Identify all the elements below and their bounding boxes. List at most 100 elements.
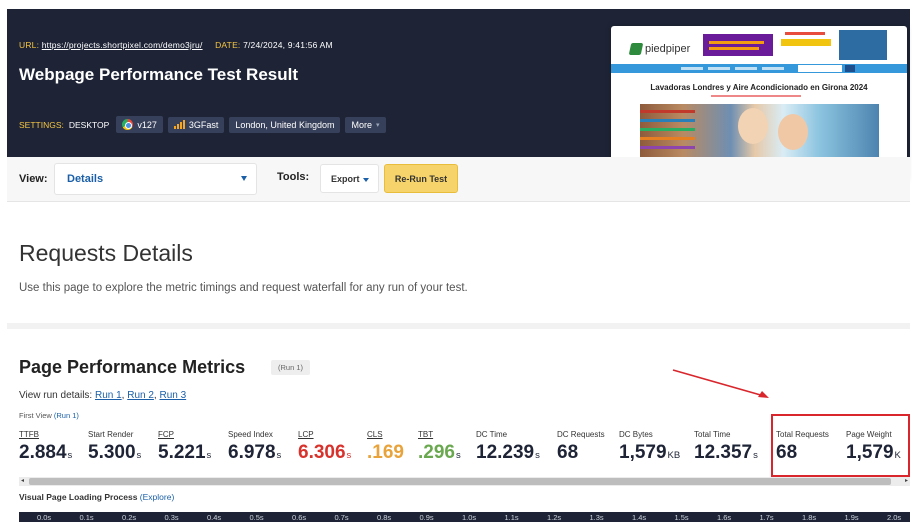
timeline-tick: 2.0s bbox=[887, 513, 902, 522]
page-title: Webpage Performance Test Result bbox=[19, 65, 299, 84]
metric-label: DC Time bbox=[476, 430, 508, 439]
timeline-tick: 0.7s bbox=[334, 513, 349, 522]
requests-details-description: Use this page to explore the metric timi… bbox=[19, 282, 468, 294]
date-label: DATE: bbox=[215, 40, 241, 50]
view-select[interactable]: Details bbox=[54, 163, 257, 195]
thumbnail-subheading bbox=[711, 95, 801, 97]
timeline-tick: 1.4s bbox=[632, 513, 647, 522]
timeline-tick: 1.0s bbox=[462, 513, 477, 522]
visual-loading-timeline: 0.0s 0.1s 0.2s 0.3s 0.4s 0.5s 0.6s 0.7s 0.8s 0.9s… bbox=[19, 512, 910, 522]
timeline-tick: 1.2s bbox=[547, 513, 562, 522]
timeline-tick: 0.8s bbox=[377, 513, 392, 522]
url-label: URL: bbox=[19, 40, 40, 50]
thumbnail-search-box bbox=[798, 65, 842, 72]
first-view-run-link[interactable]: (Run 1) bbox=[54, 411, 79, 420]
more-label: More bbox=[351, 119, 372, 130]
piedpiper-logo-icon bbox=[628, 43, 644, 55]
first-view-label: First View (Run 1) bbox=[19, 411, 79, 420]
metric-lcp: LCP 6.306s bbox=[298, 430, 351, 464]
run-badge: (Run 1) bbox=[271, 360, 311, 375]
metric-value: 68 bbox=[557, 442, 579, 463]
metric-label: Speed Index bbox=[228, 430, 273, 439]
chevron-down-icon: ▾ bbox=[375, 121, 380, 129]
thumbnail-site-header: piedpiper bbox=[611, 26, 907, 64]
settings-label: SETTINGS: bbox=[19, 119, 64, 130]
timeline-tick: 0.3s bbox=[164, 513, 179, 522]
timeline-tick: 0.6s bbox=[292, 513, 307, 522]
timeline-tick: 0.9s bbox=[419, 513, 434, 522]
first-view-text: First View bbox=[19, 411, 52, 420]
metric-value: 6.306s bbox=[298, 442, 352, 463]
highlight-box bbox=[771, 414, 910, 477]
timeline-tick: 1.6s bbox=[717, 513, 732, 522]
test-settings: SETTINGS: DESKTOP v127 3GFast London, Un… bbox=[19, 116, 386, 133]
connection-value: 3GFast bbox=[188, 119, 219, 130]
run-2-link[interactable]: Run 2 bbox=[127, 390, 154, 401]
scroll-left-icon[interactable]: ◂ bbox=[21, 478, 24, 484]
metric-value: .296s bbox=[418, 442, 461, 463]
metric-total-time: Total Time 12.357s bbox=[694, 430, 758, 464]
timeline-tick: 1.7s bbox=[759, 513, 774, 522]
thumbnail-nav-bar bbox=[611, 64, 907, 73]
timeline-tick: 1.3s bbox=[589, 513, 604, 522]
rerun-test-button[interactable]: Re-Run Test bbox=[384, 164, 458, 193]
requests-details-title: Requests Details bbox=[19, 240, 193, 266]
metric-dc-bytes: DC Bytes 1,579KB bbox=[619, 430, 680, 464]
horizontal-scrollbar[interactable]: ◂ ▸ bbox=[19, 477, 910, 486]
metric-value: 5.300s bbox=[88, 442, 142, 463]
test-date: 7/24/2024, 9:41:56 AM bbox=[243, 40, 333, 50]
run-3-link[interactable]: Run 3 bbox=[159, 390, 186, 401]
browser-pill: v127 bbox=[116, 116, 163, 133]
timeline-tick: 0.2s bbox=[122, 513, 137, 522]
caret-down-icon bbox=[363, 178, 369, 182]
export-label: Export bbox=[331, 174, 360, 184]
url-line: URL: https://projects.shortpixel.com/dem… bbox=[19, 40, 333, 50]
thumbnail-contact-banner bbox=[777, 30, 837, 60]
metric-label: FCP bbox=[158, 430, 174, 439]
annotation-arrow bbox=[672, 369, 769, 398]
metric-value: 5.221s bbox=[158, 442, 212, 463]
chrome-icon bbox=[122, 119, 134, 130]
export-button[interactable]: Export bbox=[320, 164, 379, 193]
metric-label: LCP bbox=[298, 430, 314, 439]
view-tools-bar: View: Details Tools: Export Re-Run Test bbox=[7, 157, 910, 202]
metric-cls: CLS .169 bbox=[367, 430, 404, 464]
thumbnail-ad-banner bbox=[703, 34, 773, 56]
connection-pill: 3GFast bbox=[167, 116, 225, 133]
metric-start-render: Start Render 5.300s bbox=[88, 430, 141, 464]
thumbnail-heading: Lavadoras Londres y Aire Acondicionado e… bbox=[650, 83, 868, 92]
thumbnail-hero-image bbox=[640, 104, 879, 157]
metric-dc-requests: DC Requests 68 bbox=[557, 430, 605, 464]
timeline-tick: 1.9s bbox=[844, 513, 859, 522]
metric-label: DC Requests bbox=[557, 430, 605, 439]
piedpiper-logo: piedpiper bbox=[628, 43, 691, 55]
timeline-tick: 0.1s bbox=[79, 513, 94, 522]
metric-tbt: TBT .296s bbox=[418, 430, 461, 464]
metric-label: Total Time bbox=[694, 430, 731, 439]
metric-value: 12.239s bbox=[476, 442, 540, 463]
visual-loading-heading: Visual Page Loading Process (Explore) bbox=[19, 492, 174, 502]
metric-speed-index: Speed Index 6.978s bbox=[228, 430, 281, 464]
more-settings-button[interactable]: More ▾ bbox=[345, 116, 386, 133]
metric-value: 6.978s bbox=[228, 442, 282, 463]
test-url-link[interactable]: https://projects.shortpixel.com/demo3jru… bbox=[42, 40, 203, 50]
metric-value: 1,579KB bbox=[619, 442, 681, 463]
timeline-tick: 0.4s bbox=[207, 513, 222, 522]
device-value: DESKTOP bbox=[68, 119, 110, 130]
location-pill: London, United Kingdom bbox=[229, 116, 341, 133]
metric-value: 12.357s bbox=[694, 442, 758, 463]
performance-metrics-title: Page Performance Metrics bbox=[19, 357, 246, 377]
timeline-tick: 0.0s bbox=[37, 513, 52, 522]
timeline-tick: 1.1s bbox=[504, 513, 519, 522]
view-label: View: bbox=[19, 173, 48, 185]
run-1-link[interactable]: Run 1 bbox=[95, 390, 122, 401]
explore-link[interactable]: (Explore) bbox=[140, 492, 174, 502]
signal-bars-icon bbox=[173, 120, 185, 129]
view-run-details: View run details: Run 1, Run 2, Run 3 bbox=[19, 390, 187, 401]
thumbnail-brand: piedpiper bbox=[645, 43, 691, 55]
scrollbar-thumb[interactable] bbox=[29, 478, 891, 485]
scroll-right-icon[interactable]: ▸ bbox=[905, 478, 908, 484]
metric-dc-time: DC Time 12.239s bbox=[476, 430, 540, 464]
thumbnail-search-button bbox=[845, 65, 855, 72]
timeline-tick: 1.5s bbox=[674, 513, 689, 522]
